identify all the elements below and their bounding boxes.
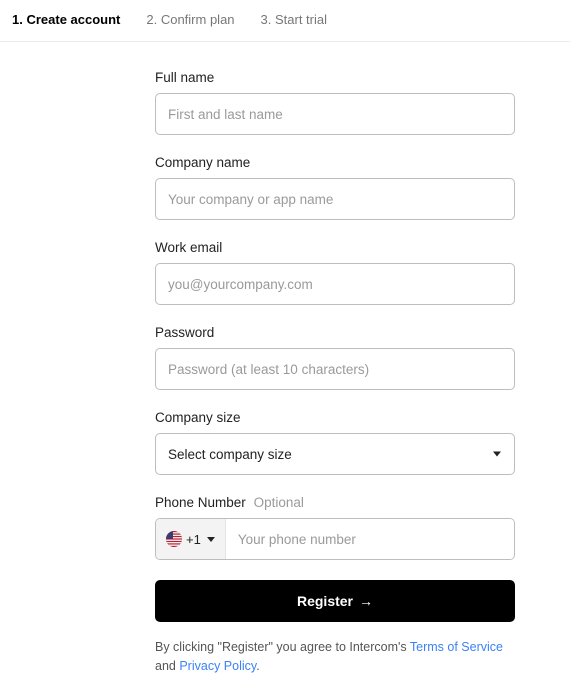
signup-form: Full name Company name Work email Passwo… <box>0 42 570 696</box>
step-create-account: 1. Create account <box>12 12 120 27</box>
password-field: Password <box>155 325 515 390</box>
phone-country-selector[interactable]: +1 <box>156 519 226 559</box>
full-name-label: Full name <box>155 70 515 85</box>
company-name-input[interactable] <box>155 178 515 220</box>
privacy-policy-link[interactable]: Privacy Policy <box>179 659 256 673</box>
phone-dial-code: +1 <box>186 532 201 547</box>
full-name-input[interactable] <box>155 93 515 135</box>
step-start-trial: 3. Start trial <box>261 12 327 27</box>
company-size-label: Company size <box>155 410 515 425</box>
arrow-right-icon: → <box>359 594 373 608</box>
password-label: Password <box>155 325 515 340</box>
step-confirm-plan: 2. Confirm plan <box>146 12 234 27</box>
us-flag-icon <box>166 531 182 547</box>
work-email-label: Work email <box>155 240 515 255</box>
password-input[interactable] <box>155 348 515 390</box>
register-button[interactable]: Register → <box>155 580 515 622</box>
company-size-select[interactable]: Select company size <box>155 433 515 475</box>
phone-label: Phone Number <box>155 495 246 510</box>
company-name-label: Company name <box>155 155 515 170</box>
agreement-text: By clicking "Register" you agree to Inte… <box>155 638 515 676</box>
company-size-field: Company size Select company size <box>155 410 515 475</box>
full-name-field: Full name <box>155 70 515 135</box>
phone-field: Phone Number Optional +1 <box>155 495 515 560</box>
register-button-label: Register <box>297 593 353 609</box>
work-email-input[interactable] <box>155 263 515 305</box>
steps-bar: 1. Create account 2. Confirm plan 3. Sta… <box>0 0 570 42</box>
phone-input[interactable] <box>226 519 514 559</box>
terms-of-service-link[interactable]: Terms of Service <box>410 640 503 654</box>
phone-optional-label: Optional <box>254 495 304 510</box>
company-name-field: Company name <box>155 155 515 220</box>
work-email-field: Work email <box>155 240 515 305</box>
chevron-down-icon <box>207 537 215 542</box>
